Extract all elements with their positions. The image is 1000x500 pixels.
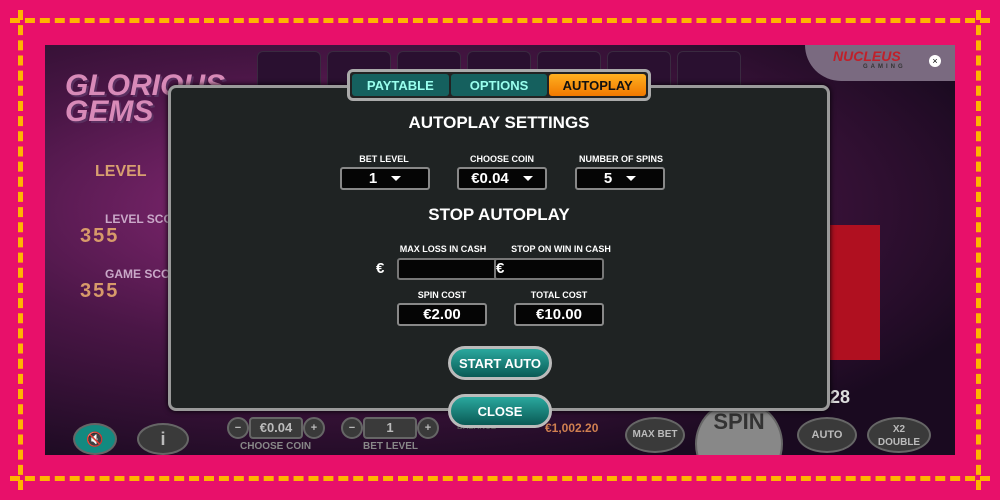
- mute-button[interactable]: 🔇: [73, 423, 117, 455]
- close-button[interactable]: CLOSE: [448, 394, 552, 428]
- number-of-spins-label: NUMBER OF SPINS: [578, 154, 663, 164]
- stop-on-win-input[interactable]: [494, 258, 604, 280]
- balance-value: €1,002.20: [545, 421, 599, 435]
- tab-paytable[interactable]: PAYTABLE: [352, 74, 449, 96]
- number-of-spins-select[interactable]: 5: [575, 167, 665, 190]
- frame-dash-top: [10, 18, 990, 23]
- total-cost-value: €10.00: [514, 303, 604, 326]
- spin-cost-label: SPIN COST: [417, 290, 467, 300]
- game-score: 355: [80, 280, 120, 302]
- auto-button[interactable]: AUTO: [797, 417, 857, 453]
- autoplay-dialog: AUTOPLAY SETTINGS BET LEVEL 1 CHOOSE COI…: [168, 85, 830, 411]
- tab-autoplay[interactable]: AUTOPLAY: [549, 74, 647, 96]
- close-game-icon[interactable]: ×: [929, 55, 941, 67]
- frame-dash-bottom: [10, 476, 990, 481]
- max-loss-currency: €: [376, 260, 385, 277]
- coin-value: €0.04: [249, 417, 303, 439]
- stop-on-win-label: STOP ON WIN IN CASH: [511, 244, 611, 254]
- spin-cost-value: €2.00: [397, 303, 487, 326]
- start-auto-button[interactable]: START AUTO: [448, 346, 552, 380]
- max-loss-input[interactable]: [397, 258, 505, 280]
- stop-autoplay-title: STOP AUTOPLAY: [428, 205, 570, 224]
- dialog-title: AUTOPLAY SETTINGS: [408, 113, 590, 132]
- level-score: 355: [80, 225, 120, 247]
- coin-plus-button[interactable]: +: [303, 417, 325, 439]
- bet-minus-button[interactable]: −: [341, 417, 363, 439]
- level-label: LEVEL: [95, 163, 147, 180]
- chevron-down-icon: [626, 176, 637, 181]
- provider-name: NUCLEUS: [833, 48, 901, 64]
- coin-minus-button[interactable]: −: [227, 417, 249, 439]
- bet-level-label: BET LEVEL: [363, 441, 419, 452]
- chevron-down-icon: [522, 176, 533, 181]
- info-button[interactable]: i: [137, 423, 189, 455]
- frame-dash-right: [976, 10, 981, 490]
- total-cost-label: TOTAL COST: [530, 290, 588, 300]
- choose-coin-label: CHOOSE COIN: [240, 441, 312, 452]
- dialog-tabs: PAYTABLE OPTIONS AUTOPLAY: [347, 69, 651, 101]
- choose-coin-label: CHOOSE COIN: [469, 154, 534, 164]
- stop-on-win-currency: €: [496, 260, 505, 277]
- bet-level-select[interactable]: 1: [340, 167, 430, 190]
- bet-plus-button[interactable]: +: [417, 417, 439, 439]
- choose-coin-select[interactable]: €0.04: [457, 167, 547, 190]
- bet-level-label: BET LEVEL: [359, 154, 409, 164]
- reel-panel: [830, 225, 880, 360]
- double-button[interactable]: X2 DOUBLE: [867, 417, 931, 453]
- max-bet-button[interactable]: MAX BET: [625, 417, 685, 453]
- tab-options[interactable]: OPTIONS: [450, 74, 548, 96]
- max-loss-label: MAX LOSS IN CASH: [399, 244, 487, 254]
- frame-dash-left: [18, 10, 23, 490]
- chevron-down-icon: [391, 176, 402, 181]
- win-display: 28: [830, 387, 851, 407]
- bet-level-value: 1: [363, 417, 417, 439]
